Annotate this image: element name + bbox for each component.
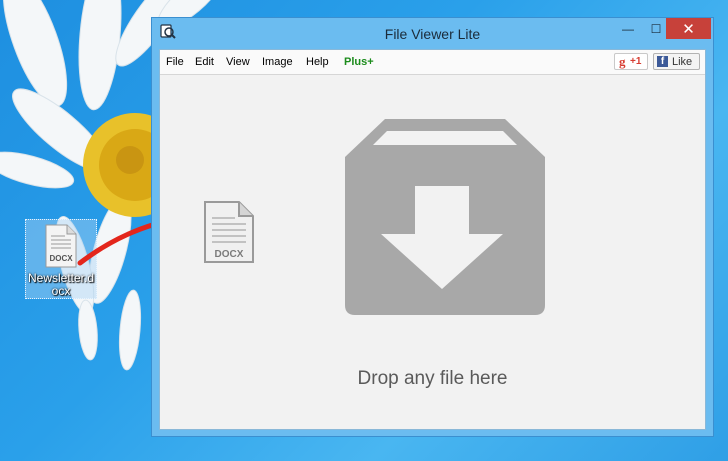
file-viewer-window[interactable]: File Viewer Lite — ☐ ✕ File Edit View Im…	[151, 17, 714, 437]
google-plus-one-button[interactable]: g +1	[614, 53, 648, 70]
menu-help[interactable]: Help	[306, 56, 329, 68]
menu-bar: File Edit View Image Help Plus+ g +1 f L…	[160, 50, 705, 75]
menu-edit[interactable]: Edit	[195, 56, 214, 68]
drop-message: Drop any file here	[357, 368, 508, 389]
close-button[interactable]: ✕	[666, 18, 711, 39]
menu-view[interactable]: View	[226, 56, 250, 68]
minimize-button[interactable]: —	[614, 18, 642, 39]
desktop-file-name: Newsletter.docx	[27, 271, 95, 298]
menu-image[interactable]: Image	[262, 56, 293, 68]
drop-box-icon	[345, 119, 545, 315]
client-area: File Edit View Image Help Plus+ g +1 f L…	[159, 49, 706, 430]
plus-one-label: +1	[630, 56, 642, 67]
dragged-docx-file-icon: DOCX	[204, 201, 254, 263]
menu-plus[interactable]: Plus+	[344, 56, 374, 68]
google-plus-icon: g	[619, 54, 626, 69]
menu-file[interactable]: File	[166, 56, 184, 68]
facebook-icon: f	[657, 56, 668, 67]
facebook-like-button[interactable]: f Like	[653, 53, 700, 70]
title-bar[interactable]: File Viewer Lite — ☐ ✕	[152, 18, 713, 48]
dragged-docx-badge: DOCX	[215, 249, 244, 260]
like-label: Like	[672, 56, 693, 68]
